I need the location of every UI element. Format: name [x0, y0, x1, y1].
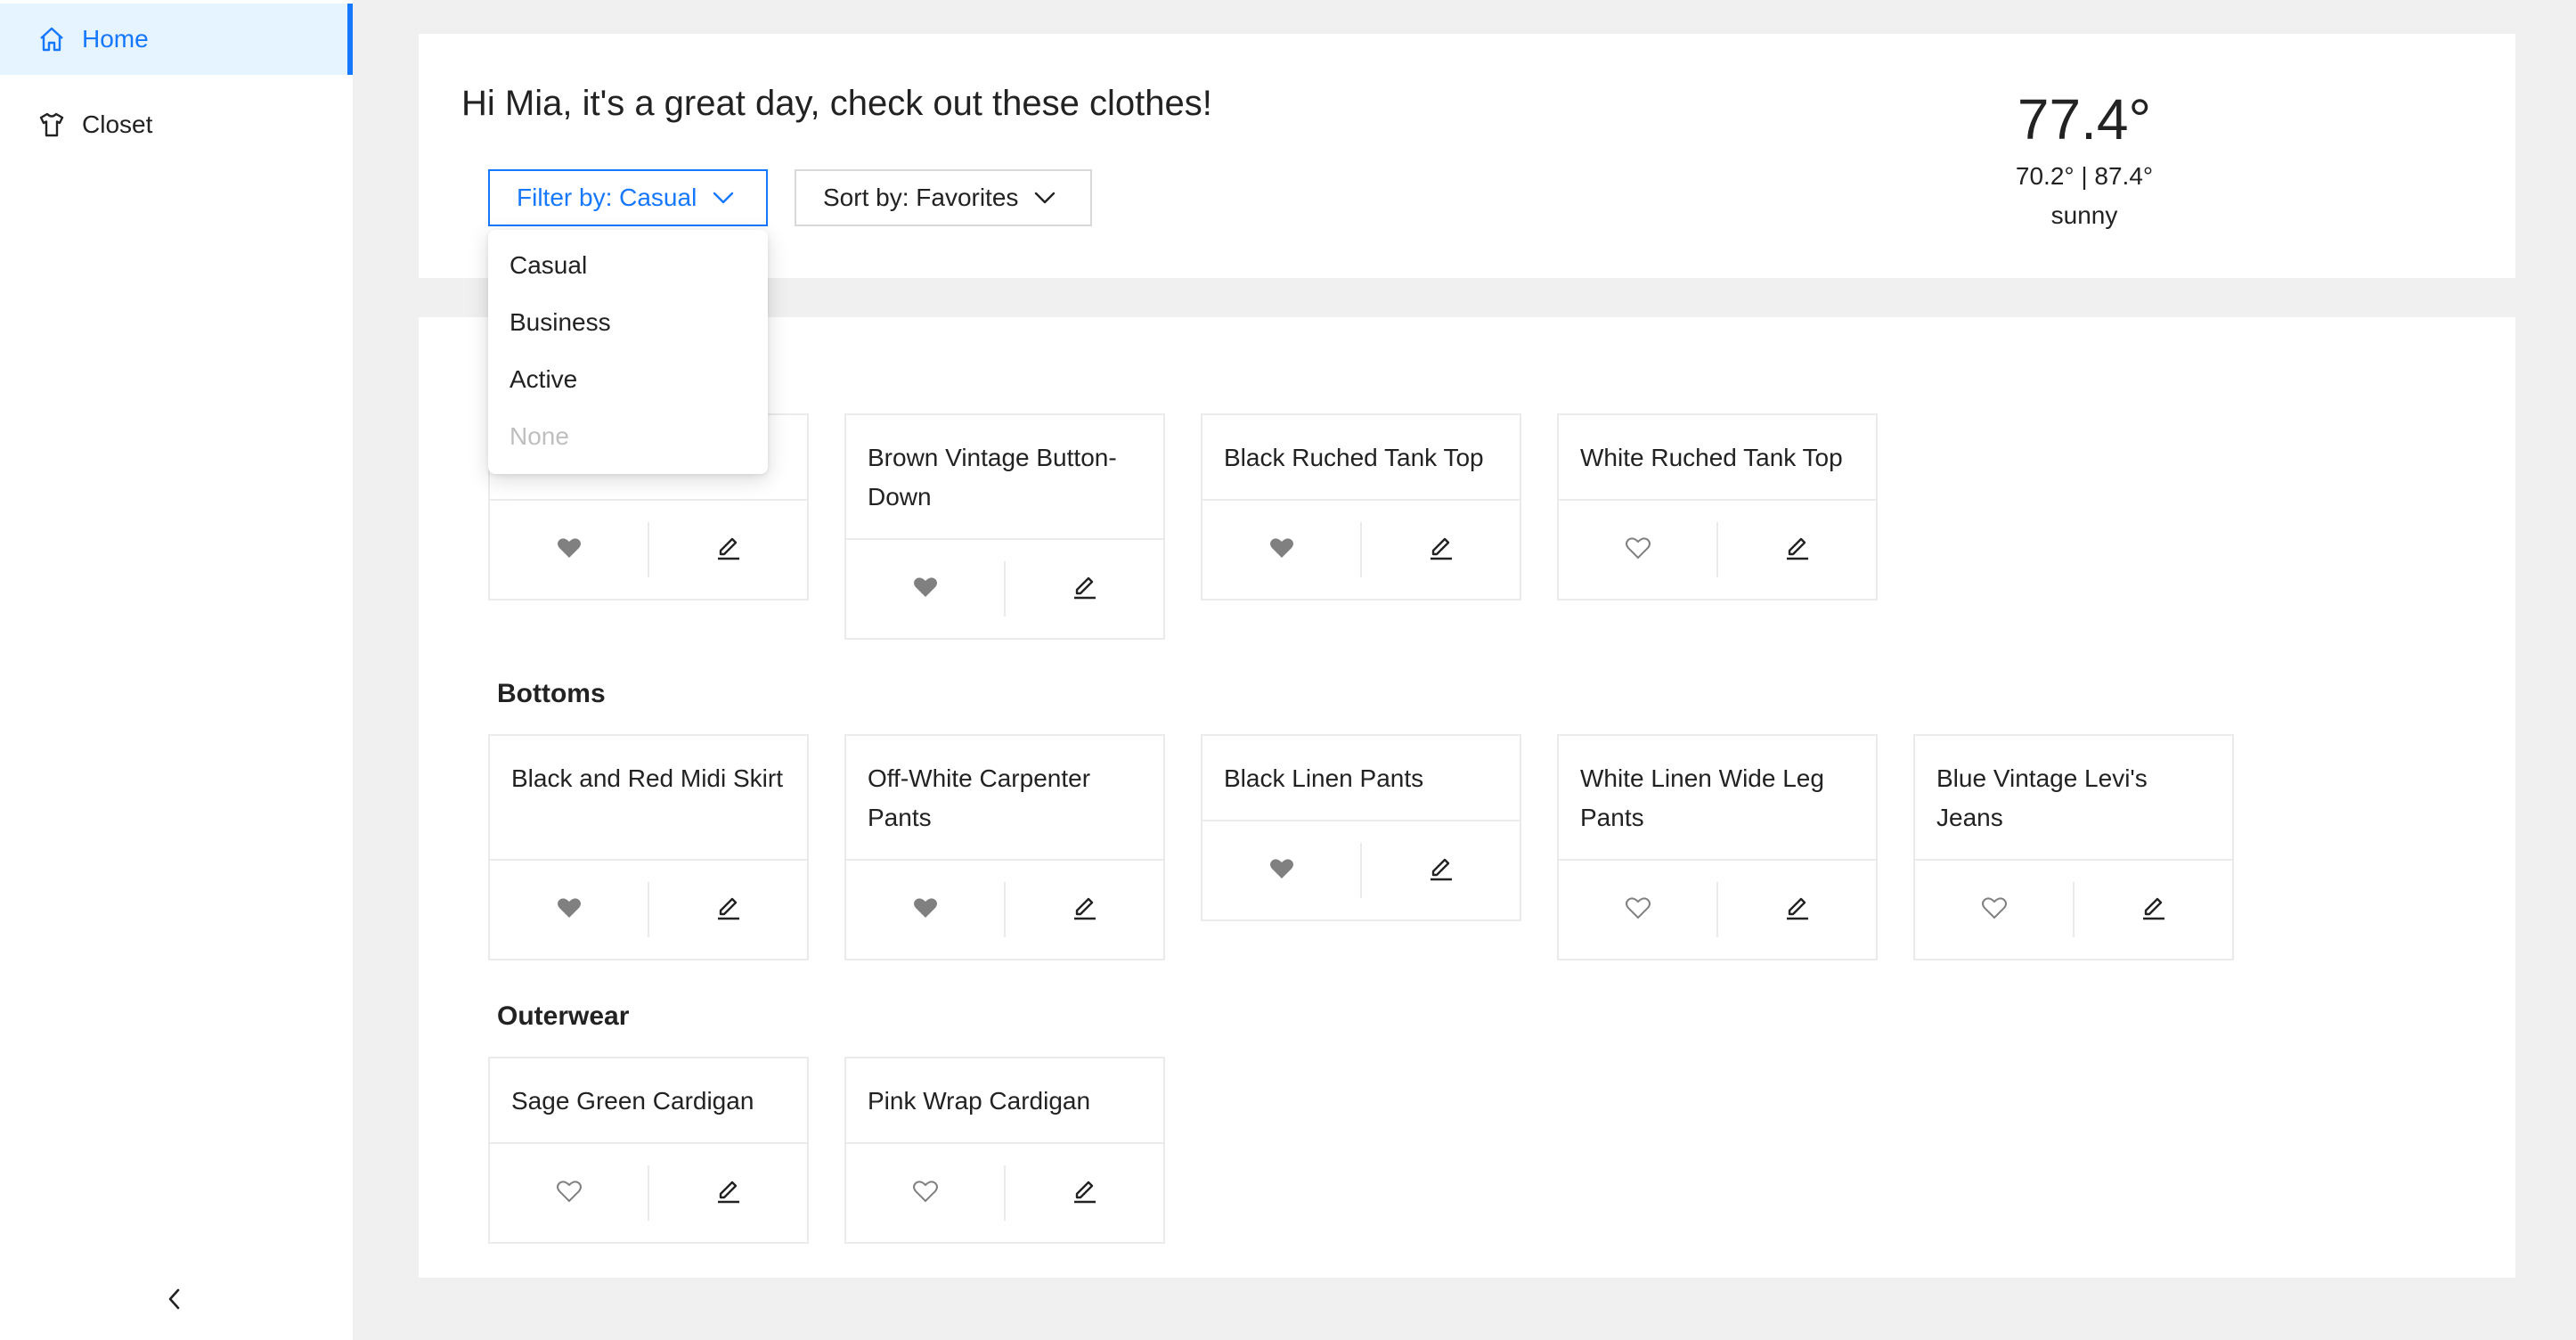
- favorite-button[interactable]: [846, 561, 1006, 617]
- heart-filled-icon: [1269, 857, 1294, 885]
- edit-icon: [1072, 1178, 1098, 1209]
- edit-button[interactable]: [1006, 882, 1163, 937]
- weather-condition: sunny: [2050, 201, 2118, 229]
- sidebar-item-home[interactable]: Home: [0, 4, 353, 75]
- clothing-name: Black Linen Pants: [1202, 736, 1520, 821]
- home-icon: [37, 25, 66, 53]
- collapse-sidebar-button[interactable]: [150, 1276, 200, 1326]
- clothing-card: Black and Red Midi Skirt: [488, 734, 809, 960]
- clothing-name: Blue Vintage Levi's Jeans: [1915, 736, 2232, 861]
- edit-button[interactable]: [649, 522, 807, 577]
- clothing-card: White Ruched Tank Top: [1557, 413, 1878, 601]
- edit-button[interactable]: [1718, 522, 1876, 577]
- chevron-down-icon: [1034, 191, 1056, 205]
- edit-icon: [715, 1178, 742, 1209]
- shirt-icon: [37, 110, 66, 139]
- clothing-name: Sage Green Cardigan: [490, 1058, 807, 1144]
- sort-label: Sort by: Favorites: [823, 184, 1019, 211]
- clothing-card: Sage Green Cardigan: [488, 1057, 809, 1244]
- edit-icon: [1784, 535, 1811, 566]
- favorite-button[interactable]: [1202, 843, 1362, 898]
- edit-icon: [1072, 895, 1098, 926]
- edit-button[interactable]: [1362, 843, 1520, 898]
- filter-dropdown-menu: Casual Business Active None: [488, 230, 768, 474]
- sort-dropdown-button[interactable]: Sort by: Favorites: [795, 169, 1092, 226]
- chevron-left-icon: [164, 1287, 185, 1316]
- greeting-text: Hi Mia, it's a great day, check out thes…: [461, 84, 1212, 123]
- edit-button[interactable]: [2075, 882, 2232, 937]
- heart-filled-icon: [913, 896, 938, 924]
- edit-button[interactable]: [1006, 1165, 1163, 1221]
- clothing-name: Black Ruched Tank Top: [1202, 415, 1520, 501]
- edit-button[interactable]: [1006, 561, 1163, 617]
- favorite-button[interactable]: [490, 522, 649, 577]
- favorite-button[interactable]: [490, 1165, 649, 1221]
- edit-button[interactable]: [1718, 882, 1876, 937]
- filter-option-business[interactable]: Business: [488, 294, 768, 351]
- clothing-card: Brown Vintage Button-Down: [844, 413, 1165, 640]
- clothing-name: Pink Wrap Cardigan: [846, 1058, 1163, 1144]
- heart-filled-icon: [557, 896, 582, 924]
- clothing-name: Black and Red Midi Skirt: [490, 736, 807, 861]
- favorite-button[interactable]: [1559, 522, 1718, 577]
- clothing-card: Blue Vintage Levi's Jeans: [1913, 734, 2234, 960]
- filter-option-active[interactable]: Active: [488, 351, 768, 408]
- clothing-card: Pink Wrap Cardigan: [844, 1057, 1165, 1244]
- heart-filled-icon: [913, 576, 938, 603]
- filter-option-casual[interactable]: Casual: [488, 237, 768, 294]
- filter-label: Filter by: Casual: [517, 184, 697, 211]
- sidebar-item-label: Closet: [82, 110, 153, 138]
- favorite-button[interactable]: [490, 882, 649, 937]
- clothing-card: Black Linen Pants: [1201, 734, 1521, 921]
- sidebar-item-closet[interactable]: Closet: [0, 89, 353, 160]
- filter-option-none: None: [509, 422, 569, 450]
- heart-outline-icon: [1625, 896, 1651, 924]
- edit-icon: [1072, 574, 1098, 605]
- chevron-down-icon: [713, 191, 734, 205]
- weather-temp: 77.4°: [2017, 87, 2152, 151]
- weather-range: 70.2° | 87.4°: [2015, 162, 2154, 190]
- clothing-card: White Linen Wide Leg Pants: [1557, 734, 1878, 960]
- edit-icon: [2140, 895, 2167, 926]
- heart-outline-icon: [556, 1180, 582, 1207]
- weather-widget: 77.4° 70.2° | 87.4° sunny: [1986, 84, 2182, 235]
- heart-outline-icon: [912, 1180, 938, 1207]
- edit-icon: [1784, 895, 1811, 926]
- heart-filled-icon: [557, 536, 582, 564]
- heart-outline-icon: [1625, 536, 1651, 564]
- clothing-name: White Ruched Tank Top: [1559, 415, 1876, 501]
- clothing-name: White Linen Wide Leg Pants: [1559, 736, 1876, 861]
- sidebar: Home Closet: [0, 0, 353, 1340]
- section-title-bottoms: Bottoms: [497, 679, 606, 708]
- heart-filled-icon: [1269, 536, 1294, 564]
- favorite-button[interactable]: [846, 1165, 1006, 1221]
- filter-dropdown-button[interactable]: Filter by: Casual: [488, 169, 768, 226]
- edit-button[interactable]: [649, 1165, 807, 1221]
- clothing-name: Brown Vintage Button-Down: [846, 415, 1163, 540]
- edit-icon: [1428, 855, 1455, 887]
- favorite-button[interactable]: [1202, 522, 1362, 577]
- clothing-name: Off-White Carpenter Pants: [846, 736, 1163, 861]
- edit-button[interactable]: [1362, 522, 1520, 577]
- favorite-button[interactable]: [1915, 882, 2075, 937]
- clothing-card: Off-White Carpenter Pants: [844, 734, 1165, 960]
- edit-button[interactable]: [649, 882, 807, 937]
- favorite-button[interactable]: [846, 882, 1006, 937]
- edit-icon: [715, 535, 742, 566]
- edit-icon: [1428, 535, 1455, 566]
- heart-outline-icon: [1981, 896, 2007, 924]
- sidebar-item-label: Home: [82, 25, 149, 53]
- favorite-button[interactable]: [1559, 882, 1718, 937]
- clothing-card: Black Ruched Tank Top: [1201, 413, 1521, 601]
- edit-icon: [715, 895, 742, 926]
- section-title-outerwear: Outerwear: [497, 1001, 630, 1031]
